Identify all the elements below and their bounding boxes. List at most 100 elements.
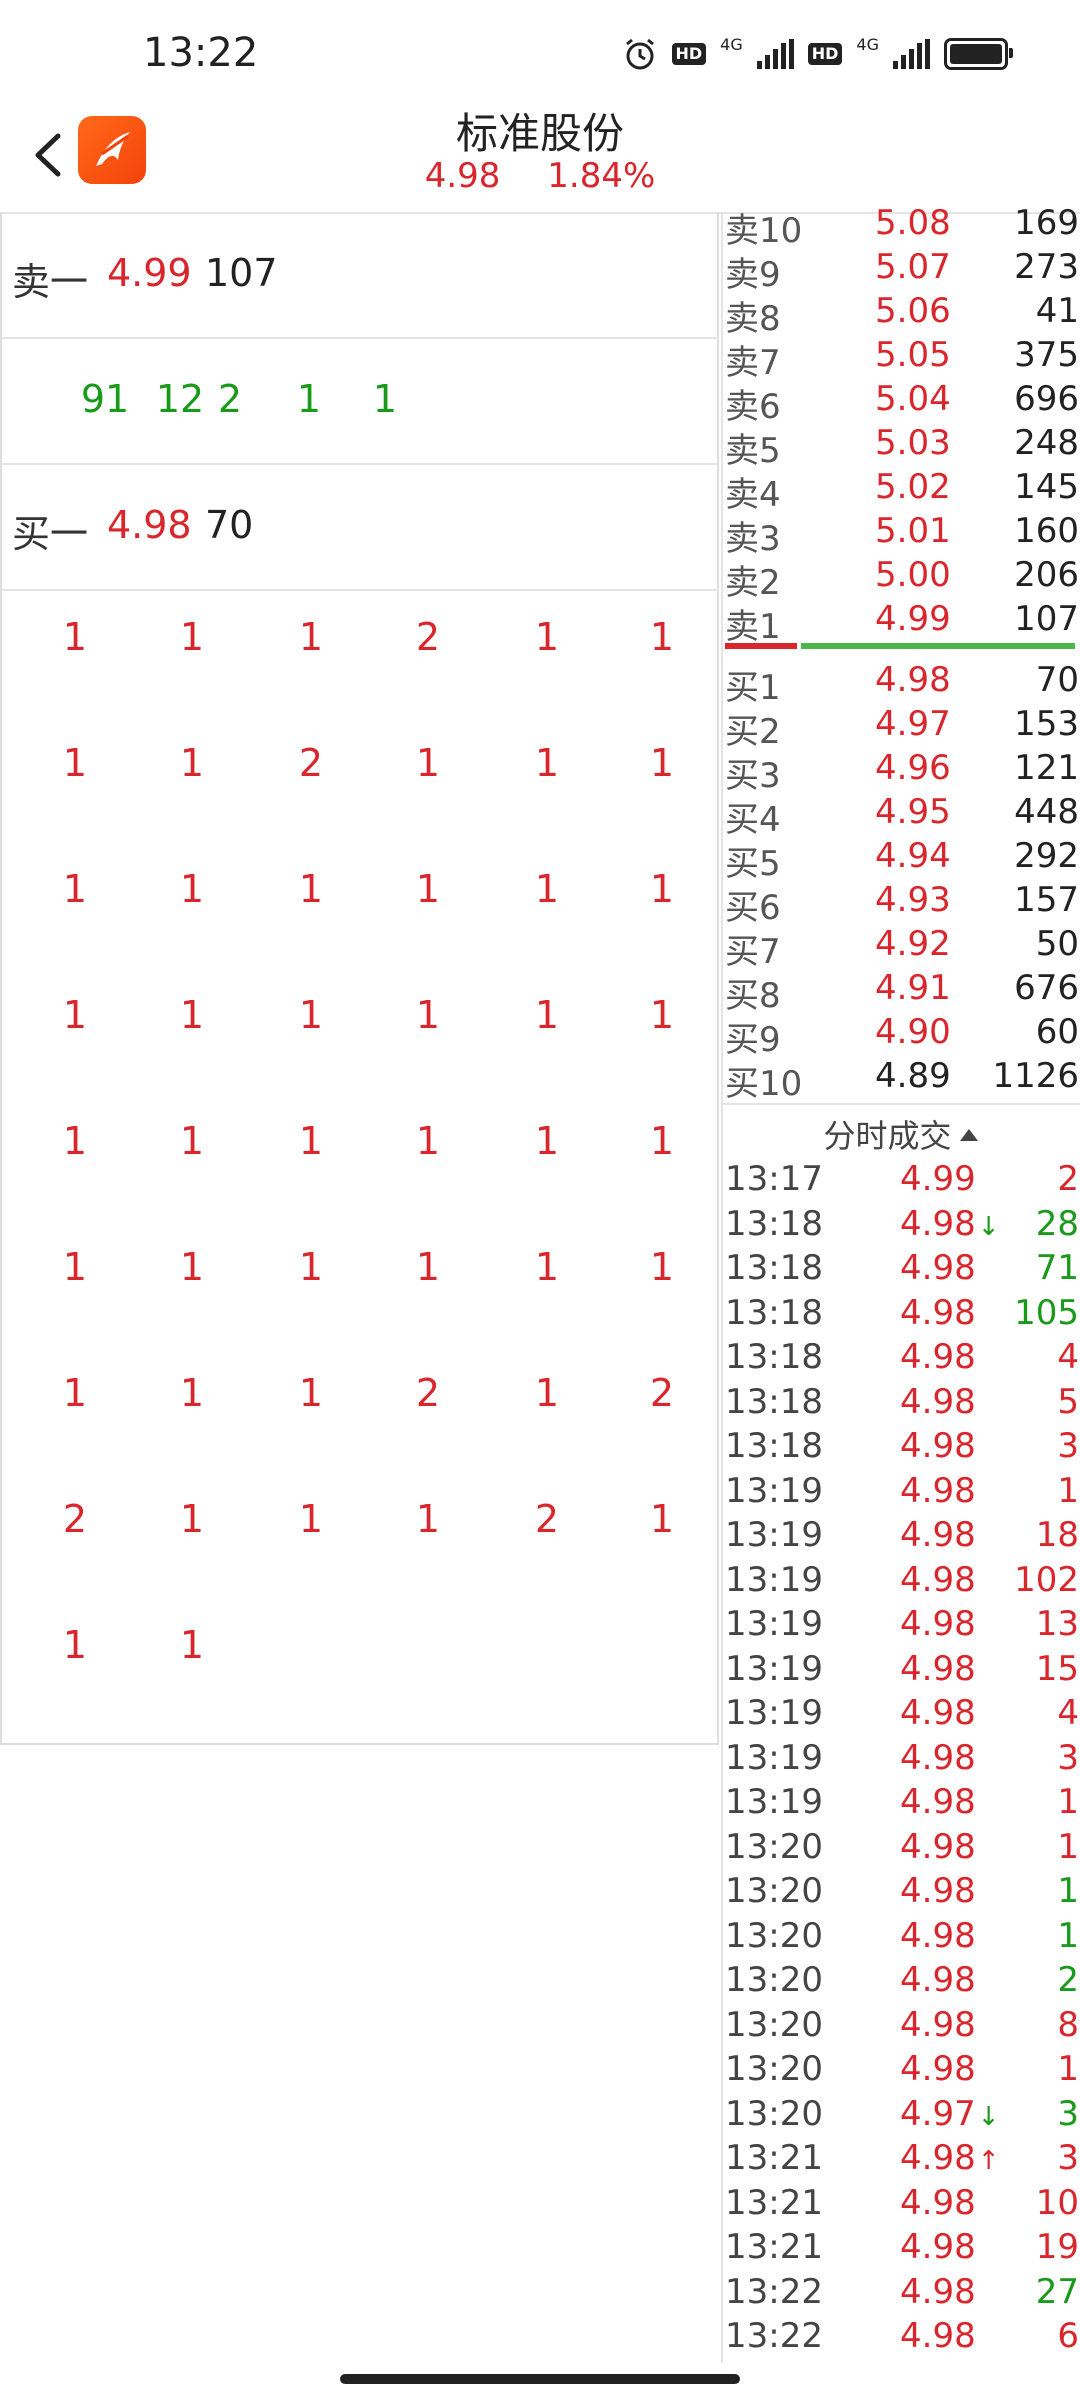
change-percent: 1.84%	[547, 156, 656, 196]
trade-price: 4.98	[900, 1738, 976, 1778]
level-volume: 169	[1014, 203, 1079, 243]
queue-cell: 1	[415, 741, 441, 785]
level-label: 买9	[725, 1020, 781, 1060]
bid-volume: 70	[205, 503, 254, 547]
trades-header[interactable]: 分时成交	[721, 1103, 1080, 1155]
trade-price: 4.98	[900, 1471, 976, 1511]
trade-volume: 1	[1057, 2049, 1079, 2089]
queue-cell: 1	[649, 1119, 675, 1163]
level-price: 5.08	[875, 203, 951, 243]
ask-level-row: 卖1 4.99 107	[725, 599, 1079, 647]
trade-row: 13:19 4.98 18	[725, 1515, 1079, 1559]
trade-row: 13:20 4.98 2	[725, 1960, 1079, 2004]
level-label: 卖9	[725, 255, 781, 295]
level-label: 买1	[725, 668, 781, 708]
queue-cell: 1	[298, 993, 324, 1037]
home-indicator[interactable]	[340, 2374, 740, 2384]
order-book-panel: 分时成交 卖10 5.08 169 卖9 5.07 273 卖8 5.06 41 卖7 5.05 37…	[721, 203, 1080, 2363]
queue-cell: 1	[298, 615, 324, 659]
level-label: 买5	[725, 844, 781, 884]
level-price: 4.99	[875, 599, 951, 639]
level-volume: 676	[1014, 968, 1079, 1008]
trade-price-value: 4.98	[900, 1648, 976, 1689]
level-price: 5.06	[875, 291, 951, 331]
trade-volume: 15	[1035, 1648, 1079, 1689]
trade-price: 4.98	[900, 2049, 976, 2089]
trade-price: 4.98	[900, 1560, 976, 1600]
arrow-down-icon: ↓	[977, 2101, 1000, 2132]
ask-level-row: 卖10 5.08 169	[725, 203, 1079, 251]
level-price: 4.96	[875, 748, 951, 788]
trade-price-value: 4.98	[900, 1515, 976, 1555]
queue-cell: 1	[649, 1245, 675, 1289]
trade-time: 13:18	[725, 1248, 823, 1288]
level-label: 卖2	[725, 563, 781, 603]
trade-volume: 3	[1057, 2138, 1079, 2178]
queue-cell: 1	[179, 1623, 205, 1667]
bid-level-row: 买8 4.91 676	[725, 968, 1079, 1016]
trade-row: 13:19 4.98 4	[725, 1693, 1079, 1737]
ask-level-row: 卖8 5.06 41	[725, 291, 1079, 339]
trade-volume: 1	[1057, 1470, 1079, 1511]
level-price: 4.89	[875, 1056, 951, 1096]
ask-volume: 107	[205, 251, 278, 295]
trade-row: 13:18 4.98 71	[725, 1248, 1079, 1292]
level-volume: 448	[1014, 792, 1079, 832]
trade-price: 4.98	[900, 1827, 976, 1867]
level-price: 5.00	[875, 555, 951, 595]
hd-badge: HD	[671, 43, 707, 65]
level-volume: 41	[1035, 291, 1079, 331]
trade-price-value: 4.98	[900, 2227, 976, 2267]
panel-border-left	[721, 213, 723, 2363]
trade-price-value: 4.98	[900, 2049, 976, 2089]
level-price: 4.90	[875, 1012, 951, 1052]
trade-time: 13:20	[725, 1871, 823, 1911]
level-price: 4.98	[875, 660, 951, 700]
ask-level-row: 卖5 5.03 248	[725, 423, 1079, 471]
queue-cell: 1	[534, 1371, 560, 1415]
trade-price-value: 4.98	[900, 1915, 976, 1956]
queue-cell: 1	[649, 741, 675, 785]
queue-cell: 1	[534, 615, 560, 659]
sort-up-icon	[959, 1129, 978, 1141]
trade-price: 4.98	[900, 1337, 976, 1377]
trade-time: 13:21	[725, 2227, 823, 2267]
bid-level-row: 买9 4.90 60	[725, 1012, 1079, 1060]
ask-queue-row: 91 12 2 1 1	[2, 339, 719, 465]
queue-cell: 2	[298, 741, 324, 785]
level-volume: 696	[1014, 379, 1079, 419]
battery-icon	[944, 38, 1013, 70]
trade-price: 4.98	[900, 2227, 976, 2267]
trade-volume: 18	[1035, 1515, 1079, 1555]
level-label: 卖6	[725, 387, 781, 427]
queue-cell: 1	[415, 1245, 441, 1289]
level-volume: 157	[1014, 880, 1079, 920]
network-type-label-2: 4G	[856, 34, 879, 54]
level-price: 5.01	[875, 511, 951, 551]
trade-row: 13:21 4.98 19	[725, 2227, 1079, 2271]
trade-row: 13:21 4.98 10	[725, 2183, 1079, 2227]
network-type-label: 4G	[720, 34, 743, 54]
trade-time: 13:19	[725, 1693, 823, 1733]
queue-cell: 2	[534, 1497, 560, 1541]
trade-price-value: 4.98	[900, 1693, 976, 1733]
queue-cell: 1	[179, 1497, 205, 1541]
trade-time: 13:19	[725, 1737, 823, 1778]
trade-time: 13:17	[725, 1159, 823, 1199]
trade-price: 4.98	[900, 1782, 976, 1822]
queue-cell: 1	[298, 1371, 324, 1415]
stock-quote: 4.98 1.84%	[0, 156, 1080, 196]
queue-cell: 1	[62, 867, 88, 911]
queue-cell: 2	[415, 615, 441, 659]
trade-row: 13:18 4.98↓ 28	[725, 1204, 1079, 1248]
ask-level-row: 卖7 5.05 375	[725, 335, 1079, 383]
trade-price: 4.98↓	[900, 1204, 1000, 1244]
trade-volume: 2	[1057, 1159, 1079, 1199]
level-price: 5.02	[875, 467, 951, 507]
trade-row: 13:20 4.98 1	[725, 2049, 1079, 2093]
level-volume: 206	[1014, 555, 1079, 595]
level-price: 4.91	[875, 968, 951, 1008]
queue-cell: 1	[62, 1119, 88, 1163]
level-label: 卖10	[725, 211, 803, 251]
queue-cell: 1	[62, 1623, 88, 1667]
